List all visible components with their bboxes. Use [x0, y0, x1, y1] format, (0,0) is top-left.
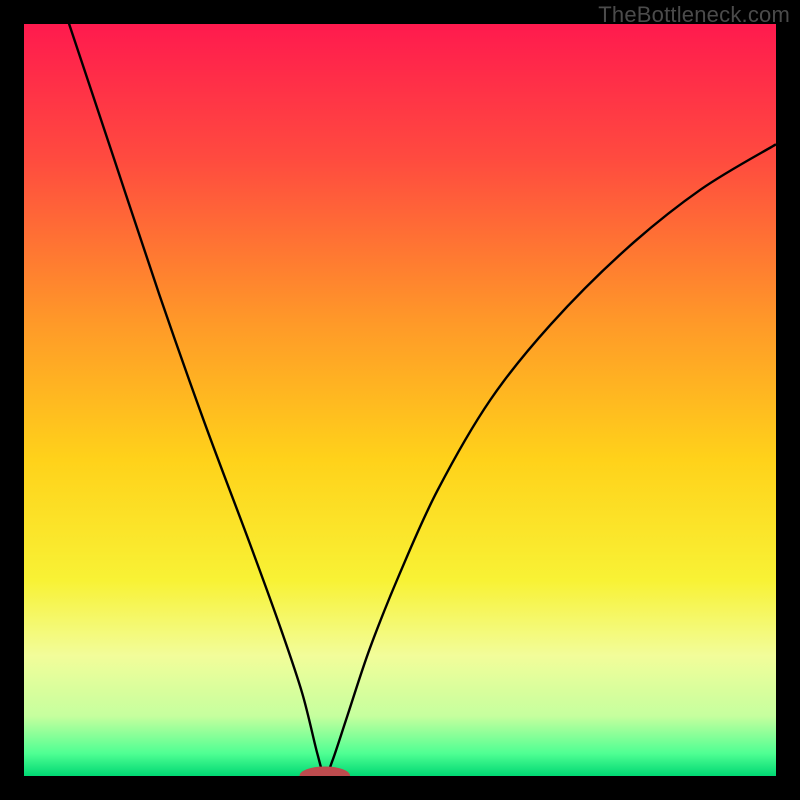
chart-svg [24, 24, 776, 776]
watermark-text: TheBottleneck.com [598, 2, 790, 28]
chart-frame: TheBottleneck.com [0, 0, 800, 800]
chart-plot-area [24, 24, 776, 776]
chart-background-gradient [24, 24, 776, 776]
